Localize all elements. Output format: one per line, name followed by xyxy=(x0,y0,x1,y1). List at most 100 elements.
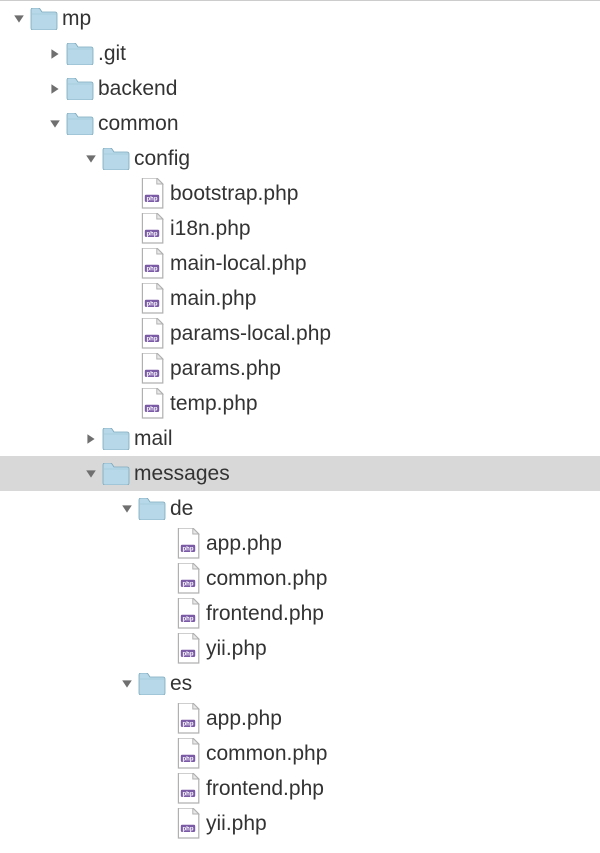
tree-row[interactable]: phpcommon.php xyxy=(0,736,600,771)
tree-item-label: common.php xyxy=(206,742,327,766)
tree-row[interactable]: phpapp.php xyxy=(0,526,600,561)
php-file-icon: php xyxy=(140,355,164,383)
folder-icon xyxy=(30,7,58,31)
chevron-down-icon[interactable] xyxy=(82,150,100,168)
tree-item-label: common.php xyxy=(206,567,327,591)
tree-item-label: params-local.php xyxy=(170,322,331,346)
chevron-down-icon[interactable] xyxy=(82,465,100,483)
tree-row[interactable]: messages xyxy=(0,456,600,491)
folder-icon xyxy=(66,42,94,66)
folder-icon xyxy=(102,427,130,451)
tree-item-label: mail xyxy=(134,427,173,451)
tree-row[interactable]: de xyxy=(0,491,600,526)
tree-item-label: yii.php xyxy=(206,637,267,661)
php-file-icon: php xyxy=(140,180,164,208)
tree-row[interactable]: php yii.php xyxy=(0,806,600,841)
svg-text:php: php xyxy=(183,651,194,657)
indent xyxy=(0,88,46,89)
indent xyxy=(0,53,46,54)
indent xyxy=(0,753,154,754)
tree-row[interactable]: phpparams.php xyxy=(0,351,600,386)
indent xyxy=(0,508,118,509)
indent xyxy=(0,473,82,474)
tree-row[interactable]: php main.php xyxy=(0,281,600,316)
indent xyxy=(0,333,118,334)
svg-text:php: php xyxy=(183,581,194,587)
tree-row[interactable]: php yii.php xyxy=(0,631,600,666)
tree-item-label: app.php xyxy=(206,707,282,731)
tree-item-label: bootstrap.php xyxy=(170,182,298,206)
svg-text:php: php xyxy=(183,826,194,832)
tree-item-label: messages xyxy=(134,462,230,486)
php-file-icon: php xyxy=(176,600,200,628)
indent xyxy=(0,123,46,124)
tree-row[interactable]: php common.php xyxy=(0,561,600,596)
chevron-down-icon[interactable] xyxy=(10,10,28,28)
file-tree[interactable]: mp.gitbackendcommonconfigphpbootstrap.ph… xyxy=(0,1,600,841)
indent xyxy=(0,683,118,684)
php-file-icon: php xyxy=(140,285,164,313)
svg-text:php: php xyxy=(183,791,194,797)
tree-row[interactable]: php temp.php xyxy=(0,386,600,421)
php-file-icon: php xyxy=(176,565,200,593)
indent xyxy=(0,193,118,194)
php-file-icon: php xyxy=(140,215,164,243)
php-file-icon: php xyxy=(176,705,200,733)
svg-text:php: php xyxy=(183,721,194,727)
tree-item-label: main.php xyxy=(170,287,256,311)
tree-row[interactable]: php i18n.php xyxy=(0,211,600,246)
php-file-icon: php xyxy=(176,530,200,558)
tree-row[interactable]: mail xyxy=(0,421,600,456)
folder-icon xyxy=(138,672,166,696)
tree-row[interactable]: mp xyxy=(0,1,600,36)
indent xyxy=(0,368,118,369)
chevron-down-icon[interactable] xyxy=(46,115,64,133)
tree-row[interactable]: php frontend.php xyxy=(0,596,600,631)
chevron-down-icon[interactable] xyxy=(118,500,136,518)
php-file-icon: php xyxy=(176,810,200,838)
tree-row[interactable]: es xyxy=(0,666,600,701)
tree-row[interactable]: config xyxy=(0,141,600,176)
tree-row[interactable]: .git xyxy=(0,36,600,71)
svg-text:php: php xyxy=(147,301,158,307)
chevron-down-icon[interactable] xyxy=(118,675,136,693)
indent xyxy=(0,438,82,439)
tree-item-label: config xyxy=(134,147,190,171)
tree-item-label: es xyxy=(170,672,192,696)
tree-item-label: yii.php xyxy=(206,812,267,836)
tree-item-label: i18n.php xyxy=(170,217,251,241)
tree-item-label: mp xyxy=(62,7,91,31)
tree-item-label: frontend.php xyxy=(206,602,324,626)
chevron-right-icon[interactable] xyxy=(46,80,64,98)
svg-text:php: php xyxy=(147,336,158,342)
tree-item-label: .git xyxy=(98,42,126,66)
php-file-icon: php xyxy=(140,320,164,348)
indent xyxy=(0,718,154,719)
php-file-icon: php xyxy=(176,740,200,768)
indent xyxy=(0,648,154,649)
tree-item-label: de xyxy=(170,497,193,521)
indent xyxy=(0,403,118,404)
indent xyxy=(0,578,154,579)
tree-item-label: temp.php xyxy=(170,392,258,416)
tree-row[interactable]: php app.php xyxy=(0,701,600,736)
php-file-icon: php xyxy=(176,775,200,803)
php-file-icon: php xyxy=(140,390,164,418)
tree-row[interactable]: common xyxy=(0,106,600,141)
chevron-right-icon[interactable] xyxy=(46,45,64,63)
tree-row[interactable]: phpfrontend.php xyxy=(0,771,600,806)
svg-text:php: php xyxy=(183,616,194,622)
chevron-right-icon[interactable] xyxy=(82,430,100,448)
folder-icon xyxy=(66,112,94,136)
svg-text:php: php xyxy=(147,266,158,272)
svg-text:php: php xyxy=(147,231,158,237)
indent xyxy=(0,228,118,229)
tree-row[interactable]: backend xyxy=(0,71,600,106)
folder-icon xyxy=(102,462,130,486)
tree-row[interactable]: php params-local.php xyxy=(0,316,600,351)
svg-text:php: php xyxy=(147,406,158,412)
indent xyxy=(0,823,154,824)
tree-row[interactable]: phpmain-local.php xyxy=(0,246,600,281)
tree-item-label: params.php xyxy=(170,357,281,381)
tree-row[interactable]: phpbootstrap.php xyxy=(0,176,600,211)
